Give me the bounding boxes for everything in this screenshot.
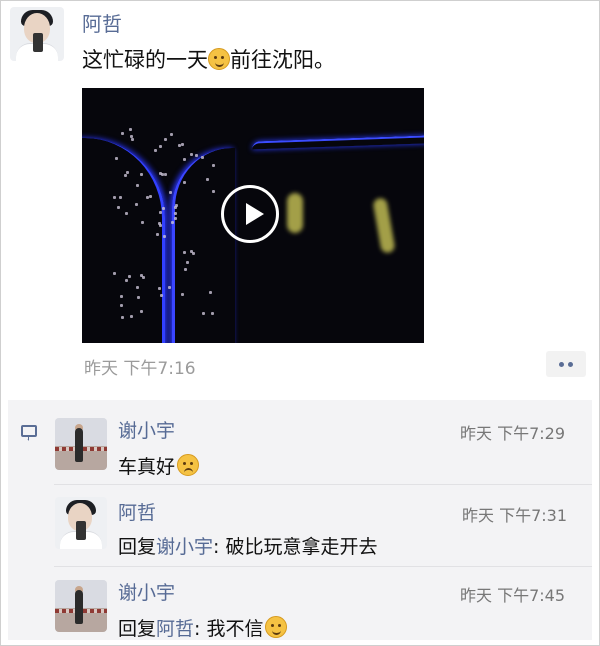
post-text-start: 这忙碌的一天 [82,48,208,72]
console-light [209,291,212,294]
comment-divider [54,566,592,567]
comment-time: 昨天 下午7:31 [462,506,568,525]
console-light [171,221,174,224]
comment-author[interactable]: 谢小宇 [118,416,175,443]
console-light [154,149,157,152]
console-light [158,287,161,290]
console-light [211,312,214,315]
play-icon[interactable] [221,185,279,243]
console-light [117,206,120,209]
reply-to-user[interactable]: 谢小宇 [156,536,213,558]
reply-prefix: 回复 [118,618,157,640]
sad-emoji-icon [177,454,200,476]
console-light [190,250,193,253]
console-light [183,158,186,161]
commenter-avatar[interactable] [55,418,107,470]
console-light [158,222,161,225]
console-light [135,203,138,206]
console-light [126,171,129,174]
console-light [201,156,204,159]
commenter-avatar[interactable] [55,497,107,549]
console-light [137,296,140,299]
console-light [125,279,128,282]
comment-time: 昨天 下午7:29 [460,424,566,443]
console-light [186,261,189,264]
console-light [121,316,124,319]
console-light [140,173,143,176]
console-light [163,235,166,238]
console-light [120,304,123,307]
console-light [174,212,177,215]
console-light [160,294,163,297]
comment-text: 车真好 [118,452,200,479]
console-light [128,275,131,278]
smile-emoji-icon [208,48,230,70]
reply-to-user[interactable]: 阿哲 [156,618,194,640]
console-light [115,157,118,160]
comment-time: 昨天 下午7:45 [460,586,566,605]
video-thumbnail[interactable] [82,88,424,343]
console-light [164,138,167,141]
console-light [136,286,139,289]
comment-author[interactable]: 阿哲 [118,498,156,525]
commenter-avatar[interactable] [55,580,107,632]
console-light [183,181,186,184]
console-light [120,295,123,298]
console-light [174,217,177,220]
comment-icon [21,425,37,441]
console-light [212,164,215,167]
console-light [159,145,162,148]
comment-divider [54,484,592,485]
author-avatar[interactable] [10,7,64,61]
console-light [149,195,152,198]
comment-text: 回复谢小宇: 破比玩意拿走开去 [118,532,377,559]
console-light [130,135,133,138]
reply-prefix: 回复 [118,536,157,558]
console-light [170,133,173,136]
console-light [161,173,164,176]
console-light [202,312,205,315]
console-light [141,221,144,224]
console-light [131,138,134,141]
post-text: 这忙碌的一天 前往沈阳。 [82,44,335,74]
console-light [206,178,209,181]
console-light [162,207,165,210]
sigh-emoji-icon [265,616,288,638]
console-light [175,204,178,207]
console-light [212,190,215,193]
console-light [156,233,159,236]
console-light [181,143,184,146]
console-light [164,173,167,176]
console-light [129,128,132,131]
console-light [119,196,122,199]
post-time: 昨天 下午7:16 [84,359,196,379]
console-light [159,211,162,214]
console-light [136,184,139,187]
console-light [181,293,184,296]
comment-text: 回复阿哲: 我不信 [118,614,288,641]
console-light [169,191,172,194]
console-light [140,310,143,313]
console-light [121,132,124,135]
console-light [125,212,128,215]
console-light [183,251,186,254]
console-light [195,154,198,157]
console-light [184,268,187,271]
post-text-end: 前往沈阳。 [230,48,335,72]
console-light [124,174,127,177]
console-light [113,272,116,275]
comment-text-body: : 我不信 [194,618,264,640]
console-light [190,153,193,156]
console-light [130,315,133,318]
comment-text-body: 车真好 [118,456,176,478]
more-options-button[interactable] [546,351,586,377]
author-name[interactable]: 阿哲 [82,8,122,37]
console-light [113,196,116,199]
console-light [146,196,149,199]
console-light [140,274,143,277]
comment-author[interactable]: 谢小宇 [118,578,175,605]
console-light [168,286,171,289]
comment-text-body: : 破比玩意拿走开去 [213,536,378,558]
console-light [178,144,181,147]
